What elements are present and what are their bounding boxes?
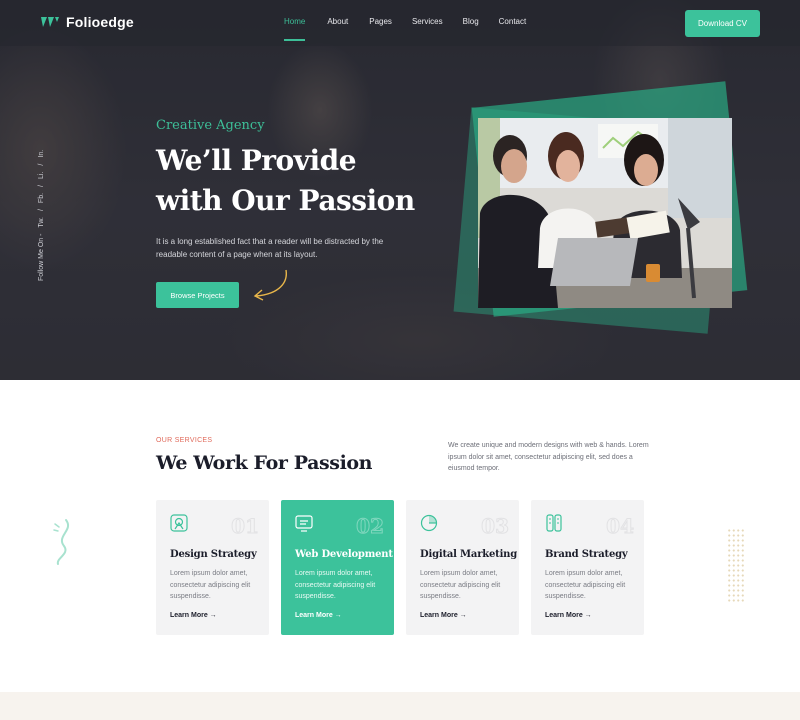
hero-title-line1: We’ll Provide	[156, 144, 357, 177]
service-cards: 01 Design Strategy Lorem ipsum dolor ame…	[156, 500, 644, 635]
nav-blog[interactable]: Blog	[463, 17, 479, 26]
follow-label: Follow Me On -	[38, 233, 45, 281]
browse-projects-button[interactable]: Browse Projects	[156, 282, 239, 308]
card-text: Lorem ipsum dolor amet, consectetur adip…	[170, 570, 251, 600]
decorative-dots	[727, 528, 745, 602]
chart-icon	[420, 514, 438, 532]
card-title: Design Strategy	[170, 549, 257, 560]
hero-title-line2: with Our Passion	[156, 184, 415, 217]
logo[interactable]: Folioedge	[40, 14, 134, 30]
service-card-brand[interactable]: 04 Brand Strategy Lorem ipsum dolor amet…	[531, 500, 644, 635]
services-section: OUR SERVICES We Work For Passion We crea…	[0, 380, 800, 692]
nav-home[interactable]: Home	[284, 17, 306, 41]
learn-more-link[interactable]: Learn More →	[545, 612, 592, 619]
services-description: We create unique and modern designs with…	[448, 442, 649, 472]
nav-contact[interactable]: Contact	[499, 17, 527, 26]
nav-pages[interactable]: Pages	[369, 17, 392, 26]
services-eyebrow: OUR SERVICES	[156, 437, 213, 444]
decorative-squiggle-icon	[53, 519, 69, 565]
nav-about[interactable]: About	[327, 17, 348, 26]
logo-icon	[41, 17, 59, 27]
learn-more-link[interactable]: Learn More →	[295, 612, 342, 619]
card-title: Digital Marketing	[420, 549, 518, 560]
brand-name: Folioedge	[66, 14, 134, 30]
card-title: Brand Strategy	[545, 549, 628, 560]
hero-title: We’ll Provide with Our Passion	[156, 141, 486, 221]
separator: /	[38, 163, 45, 166]
hero-text: It is a long established fact that a rea…	[156, 237, 384, 259]
hero-section: Folioedge Home About Pages Services Blog…	[0, 0, 800, 380]
team-meeting-photo	[478, 118, 732, 308]
nav-services[interactable]: Services	[412, 17, 443, 26]
card-text: Lorem ipsum dolor amet, consectetur adip…	[295, 570, 376, 600]
top-navbar: Folioedge Home About Pages Services Blog…	[0, 0, 800, 46]
hero-eyebrow: Creative Agency	[156, 118, 265, 133]
next-section-strip	[0, 692, 800, 720]
card-title: Web Development	[295, 549, 393, 560]
web-icon	[295, 515, 313, 532]
learn-more-link[interactable]: Learn More →	[170, 612, 217, 619]
design-icon	[170, 514, 188, 532]
card-number: 03	[481, 514, 510, 539]
social-twitter[interactable]: Tw.	[38, 217, 45, 228]
card-number: 01	[231, 514, 260, 539]
download-cv-button[interactable]: Download CV	[685, 10, 760, 37]
separator: /	[38, 209, 45, 212]
curved-arrow-icon	[253, 269, 287, 301]
services-title: We Work For Passion	[156, 452, 373, 474]
hero-content: Creative Agency We’ll Provide with Our P…	[156, 118, 486, 308]
separator: /	[38, 184, 45, 187]
card-number: 04	[606, 514, 635, 539]
card-text: Lorem ipsum dolor amet, consectetur adip…	[545, 570, 626, 600]
brand-icon	[546, 514, 562, 532]
hero-image-stack	[453, 81, 748, 334]
card-number: 02	[356, 514, 385, 539]
social-facebook[interactable]: Fb.	[38, 193, 45, 203]
main-menu: Home About Pages Services Blog Contact	[284, 17, 527, 41]
service-card-web[interactable]: 02 Web Development Lorem ipsum dolor ame…	[281, 500, 394, 635]
social-follow: Follow Me On - Tw. / Fb. / Li. / In.	[38, 145, 45, 281]
service-card-design[interactable]: 01 Design Strategy Lorem ipsum dolor ame…	[156, 500, 269, 635]
service-card-marketing[interactable]: 03 Digital Marketing Lorem ipsum dolor a…	[406, 500, 519, 635]
social-instagram[interactable]: In.	[38, 150, 45, 158]
social-linkedin[interactable]: Li.	[38, 172, 45, 179]
card-text: Lorem ipsum dolor amet, consectetur adip…	[420, 570, 501, 600]
learn-more-link[interactable]: Learn More →	[420, 612, 467, 619]
